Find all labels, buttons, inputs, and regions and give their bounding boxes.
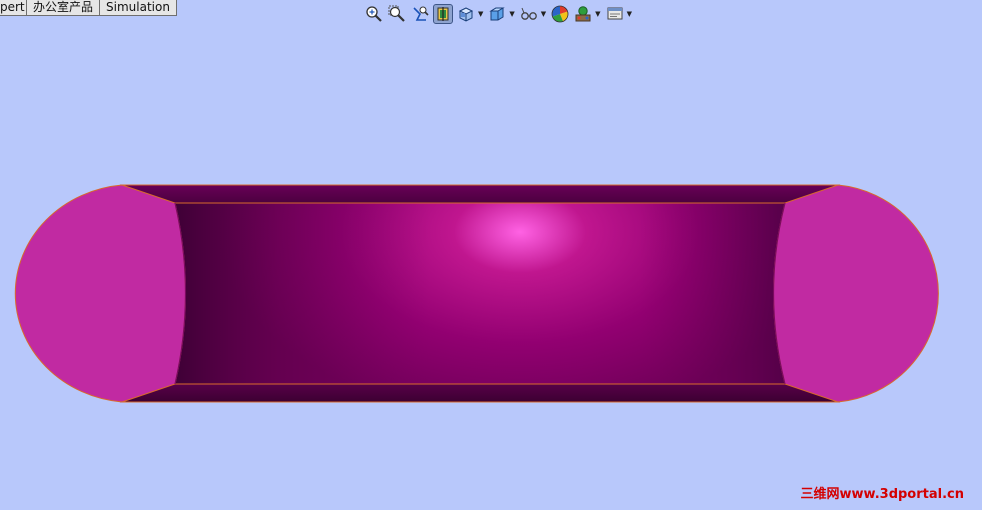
top-wall-band <box>120 185 840 204</box>
section-view-model[interactable] <box>0 0 982 510</box>
right-end-cap <box>773 184 939 403</box>
bottom-wall-band <box>120 384 840 402</box>
graphics-area[interactable]: pert 办公室产品 Simulation ▼ ▼ ▼ ▼ ▼ 三维网www.3… <box>0 0 982 510</box>
watermark-logo: 三维网www.3dportal.cn <box>800 487 964 502</box>
left-end-cap <box>14 184 186 403</box>
